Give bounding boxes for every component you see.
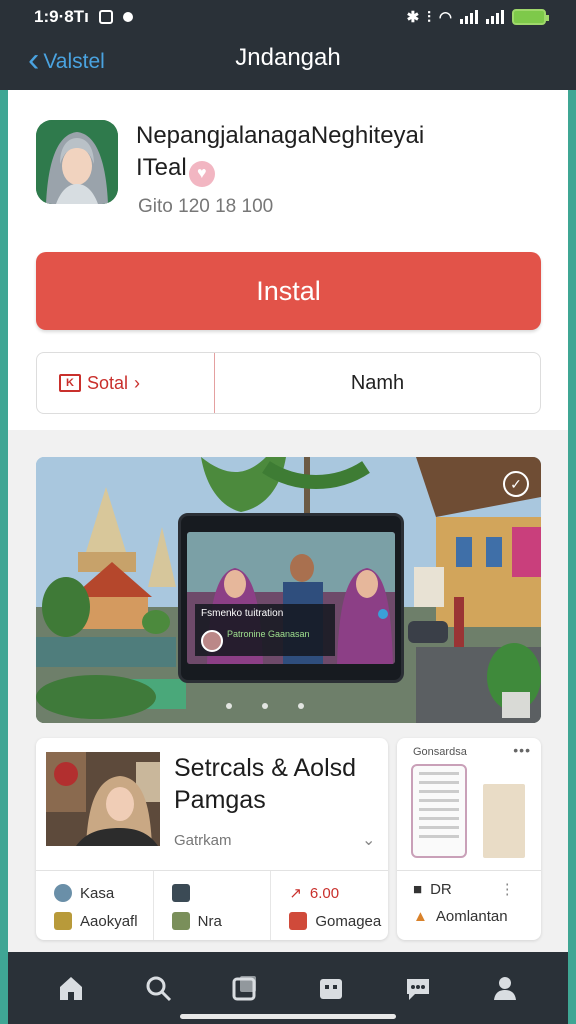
card-subtitle: Gatrkam — [174, 832, 232, 849]
vibrate-icon: ⫶ — [427, 8, 431, 26]
stat-value: 6.00 — [309, 884, 340, 902]
stat-row — [171, 879, 271, 907]
sotal-button[interactable]: K Sotal › — [37, 353, 215, 413]
side-card-label: Gonsardsa — [413, 746, 467, 758]
chevron-right-icon: › — [134, 372, 141, 393]
avatar — [201, 630, 223, 652]
side-row[interactable]: ▲ Aomlantan — [413, 908, 508, 925]
store-tab[interactable] — [311, 968, 351, 1008]
stat-column[interactable]: ↗ 6.00 Gomagea — [271, 871, 388, 940]
stat-row: Gomagea — [289, 907, 388, 935]
trend-icon: ↗ — [289, 885, 302, 902]
phone-preview — [411, 764, 467, 858]
tablet-caption-title: Fsmenko tuitration — [201, 608, 284, 619]
photo-icon — [98, 10, 113, 24]
notification-dot-icon — [122, 12, 133, 22]
signal-icon — [486, 10, 504, 24]
library-icon — [232, 976, 256, 1001]
namh-button[interactable]: Namh — [215, 353, 540, 413]
page-title: Jndangah — [235, 44, 341, 71]
carousel-dot[interactable] — [298, 703, 304, 709]
profile-tab[interactable] — [485, 968, 525, 1008]
bookmark-icon — [171, 884, 190, 902]
person-icon — [171, 912, 190, 930]
stat-value: Kasa — [80, 884, 115, 902]
bluetooth-icon: ✱ — [406, 9, 420, 26]
nav-bar: ‹ Valstel Jndangah — [0, 34, 576, 90]
expand-icon[interactable]: ✓ — [503, 471, 529, 497]
app-name-line1: NepangjalanagaNeghiteyai — [136, 122, 425, 149]
secondary-actions: K Sotal › Namh — [36, 352, 541, 414]
card-title: Setrcals & Aolsd Pamgas — [174, 754, 357, 814]
tablet-preview: Fsmenko tuitration Patronine Gaanasan — [178, 513, 404, 683]
home-icon — [60, 977, 83, 1000]
home-indicator[interactable] — [180, 1014, 396, 1019]
stat-column[interactable]: Nra — [154, 871, 272, 940]
status-right: ✱ ⫶ ◠ — [406, 8, 549, 26]
install-button[interactable]: Instal — [36, 252, 541, 330]
stat-row: Nra — [171, 907, 271, 935]
side-value: Aomlantan — [435, 908, 508, 925]
more-icon[interactable]: ••• — [513, 742, 531, 758]
side-card[interactable]: Gonsardsa ••• ■ DR ⋮ ▲ Aomlantan — [397, 738, 541, 940]
side-value: DR — [430, 880, 452, 898]
card-stats: Kasa Aaokyafl Nra ↗ 6.00 Gomagea — [36, 871, 388, 940]
tablet-caption: Fsmenko tuitration Patronine Gaanasan — [195, 604, 335, 656]
status-bar: 1:9·8Tı ✱ ⫶ ◠ — [0, 0, 576, 34]
app-name-line2: ITeal ♥ — [136, 152, 556, 187]
stat-column[interactable]: Kasa Aaokyafl — [36, 871, 154, 940]
screenshot-banner[interactable]: Fsmenko tuitration Patronine Gaanasan ✓ — [36, 457, 541, 723]
stat-value: Nra — [197, 912, 222, 930]
status-left: 1:9·8Tı — [34, 7, 133, 27]
food-photo — [483, 784, 525, 858]
signal-icon — [460, 10, 478, 24]
app-icon — [36, 120, 118, 204]
side-row[interactable]: ■ DR ⋮ — [413, 880, 515, 899]
carousel-dots[interactable] — [226, 703, 304, 709]
stat-row: Aaokyafl — [54, 907, 153, 935]
thumbs-icon: ■ — [413, 880, 423, 898]
chevron-down-icon[interactable]: ⌄ — [362, 830, 375, 850]
more-vertical-icon: ⋮ — [499, 881, 515, 898]
search-icon — [146, 976, 172, 1002]
divider — [397, 870, 541, 871]
sotal-label: Sotal — [87, 372, 129, 393]
book-icon — [54, 912, 72, 930]
app-name-line2-text: ITeal — [136, 154, 187, 181]
carousel-dot[interactable] — [262, 703, 268, 709]
detail-card[interactable]: Setrcals & Aolsd Pamgas Gatrkam ⌄ Kasa A… — [36, 738, 388, 940]
gift-icon — [289, 912, 308, 930]
content-area: NepangjalanagaNeghiteyai ITeal ♥ Gito 120… — [8, 90, 568, 952]
library-tab[interactable] — [225, 968, 265, 1008]
app-meta: Gito 120 18 100 — [138, 196, 274, 217]
chat-icon — [406, 979, 429, 1000]
tablet-screen: Fsmenko tuitration Patronine Gaanasan — [187, 532, 395, 664]
store-icon — [320, 979, 343, 999]
app-name: NepangjalanagaNeghiteyai ITeal ♥ — [136, 120, 556, 187]
status-time: 1:9·8Tı — [34, 7, 89, 26]
flame-icon: ▲ — [413, 908, 428, 925]
profile-icon — [493, 977, 516, 1000]
stat-row: Kasa — [54, 879, 153, 907]
checkbox-icon: K — [59, 374, 81, 392]
home-tab[interactable] — [51, 968, 91, 1008]
wifi-icon: ◠ — [438, 9, 452, 26]
heart-badge-icon: ♥ — [188, 161, 215, 187]
stat-value: Aaokyafl — [80, 912, 138, 930]
carousel-dot[interactable] — [226, 703, 232, 709]
battery-charging-icon — [512, 9, 549, 25]
stat-row: ↗ 6.00 — [289, 879, 388, 907]
chat-tab[interactable] — [398, 968, 438, 1008]
app-header: NepangjalanagaNeghiteyai ITeal ♥ Gito 120… — [8, 90, 568, 430]
search-tab[interactable] — [138, 968, 178, 1008]
avatar-icon — [54, 884, 72, 902]
stat-value: Gomagea — [315, 912, 382, 930]
card-thumbnail — [46, 752, 160, 846]
